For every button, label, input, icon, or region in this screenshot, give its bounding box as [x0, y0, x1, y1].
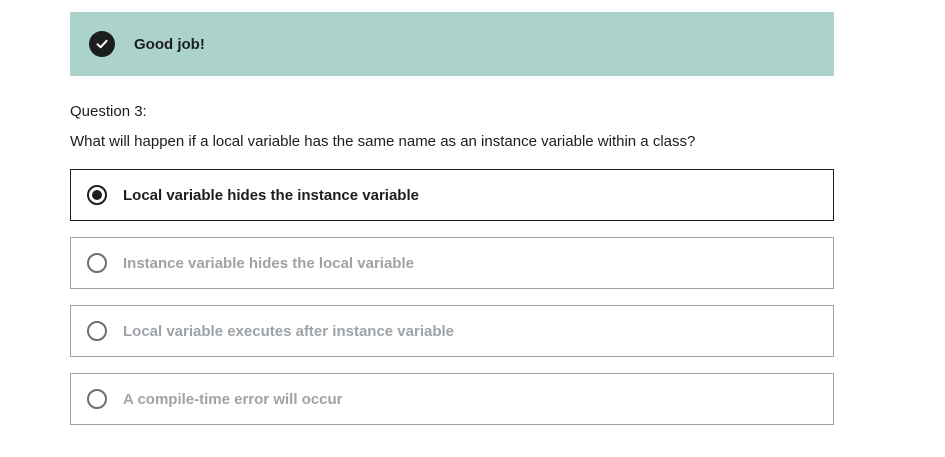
radio-selected-icon[interactable] — [87, 185, 107, 205]
answer-option-2[interactable]: Instance variable hides the local variab… — [70, 237, 834, 289]
radio-unselected-icon[interactable] — [87, 253, 107, 273]
answer-option-4[interactable]: A compile-time error will occur — [70, 373, 834, 425]
radio-unselected-icon[interactable] — [87, 321, 107, 341]
answer-option-label: A compile-time error will occur — [123, 390, 343, 408]
answer-option-label: Local variable hides the instance variab… — [123, 186, 419, 204]
answer-option-1[interactable]: Local variable hides the instance variab… — [70, 169, 834, 221]
feedback-banner: Good job! — [70, 12, 834, 76]
radio-dot — [92, 190, 102, 200]
question-prompt: What will happen if a local variable has… — [70, 133, 696, 150]
radio-unselected-icon[interactable] — [87, 389, 107, 409]
answer-options: Local variable hides the instance variab… — [70, 169, 834, 441]
answer-option-label: Instance variable hides the local variab… — [123, 254, 414, 272]
answer-option-3[interactable]: Local variable executes after instance v… — [70, 305, 834, 357]
question-number: Question 3: — [70, 103, 147, 120]
check-circle-icon — [89, 31, 115, 57]
answer-option-label: Local variable executes after instance v… — [123, 322, 455, 340]
feedback-message: Good job! — [134, 35, 205, 53]
